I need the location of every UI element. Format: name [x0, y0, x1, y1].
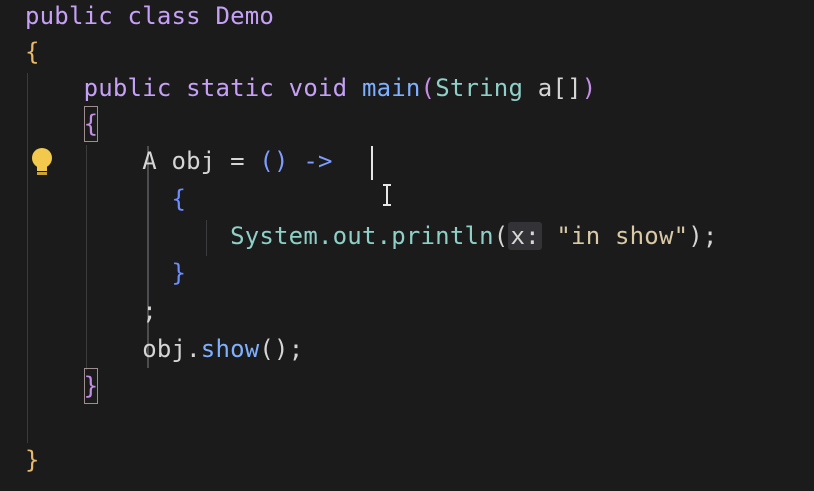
- code-token: }: [171, 259, 187, 287]
- code-token: ;: [288, 335, 304, 363]
- line-13[interactable]: }: [25, 442, 40, 478]
- line-6[interactable]: {: [25, 181, 186, 217]
- code-token: Demo: [215, 2, 275, 30]
- code-token: obj.: [25, 335, 201, 363]
- code-token: public class: [25, 2, 216, 30]
- code-token: );: [688, 222, 718, 250]
- code-token: (: [420, 74, 436, 102]
- code-token: println: [391, 222, 494, 250]
- code-token: public static void: [25, 74, 362, 102]
- line-8[interactable]: }: [25, 255, 186, 291]
- line-9[interactable]: ;: [25, 293, 157, 329]
- parameter-hint: x:: [508, 222, 542, 250]
- code-token: {: [171, 185, 187, 213]
- code-token: System.out.: [25, 222, 392, 250]
- code-token: "in show": [541, 222, 689, 250]
- line-5[interactable]: A obj = () ->: [25, 143, 333, 179]
- code-token: main: [361, 74, 421, 102]
- text-cursor-icon: [383, 184, 391, 206]
- line-4[interactable]: {: [25, 106, 99, 142]
- code-token: {: [25, 38, 40, 66]
- code-token: }: [83, 368, 99, 404]
- line-2[interactable]: {: [25, 34, 40, 70]
- line-10[interactable]: obj.show();: [25, 331, 303, 367]
- code-token: =: [230, 147, 260, 175]
- code-token: {: [83, 106, 99, 142]
- code-token: (): [259, 147, 289, 175]
- lightbulb-icon[interactable]: [28, 147, 56, 179]
- code-token: a: [523, 74, 553, 102]
- code-editor[interactable]: public class Demo { public static void ma…: [0, 0, 814, 491]
- code-token: show: [200, 335, 260, 363]
- code-token: (: [493, 222, 509, 250]
- code-token: (): [259, 335, 289, 363]
- line-7[interactable]: System.out.println(x: "in show");: [25, 218, 718, 254]
- code-token: ;: [25, 297, 157, 325]
- line-3[interactable]: public static void main(String a[]): [25, 70, 597, 106]
- text-caret: [371, 146, 373, 180]
- line-1[interactable]: public class Demo: [25, 0, 274, 34]
- code-token: []: [552, 74, 582, 102]
- code-token: ->: [288, 147, 333, 175]
- code-token: ): [581, 74, 597, 102]
- code-token: }: [25, 446, 40, 474]
- code-token: String: [435, 74, 524, 102]
- line-11[interactable]: }: [25, 368, 99, 404]
